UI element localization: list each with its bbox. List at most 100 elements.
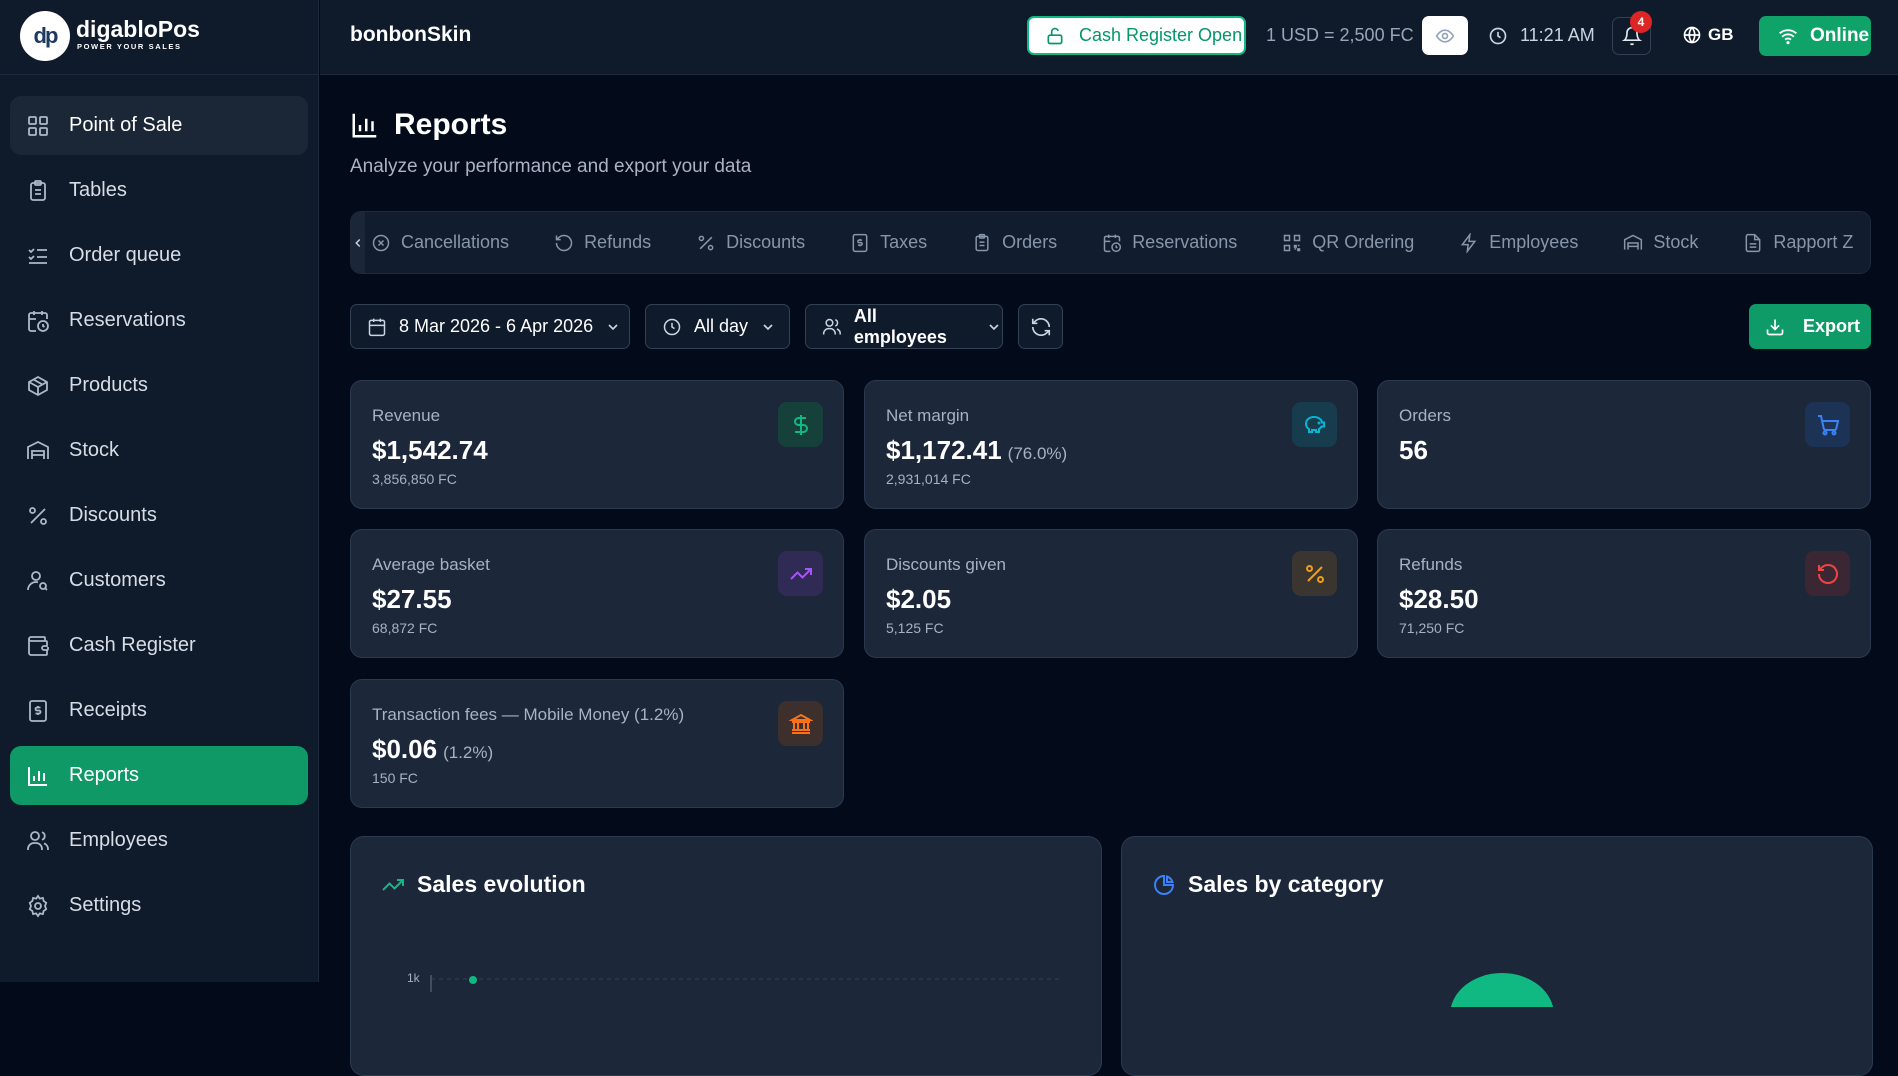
sales-by-category-panel: Sales by category	[1121, 836, 1873, 1076]
sidebar-item-products[interactable]: Products	[10, 356, 308, 415]
tab-taxes[interactable]: Taxes	[850, 232, 927, 253]
kpi-icon-wrap	[778, 551, 823, 596]
tab-employees[interactable]: Employees	[1459, 232, 1578, 253]
tab-refunds[interactable]: Refunds	[554, 232, 651, 253]
time-filter-select[interactable]: All day	[645, 304, 790, 349]
tab-cancellations[interactable]: Cancellations	[371, 232, 509, 253]
sidebar-item-label: Cash Register	[69, 634, 196, 656]
tab-reservations[interactable]: Reservations	[1102, 232, 1237, 253]
tab-orders[interactable]: Orders	[972, 232, 1057, 253]
store-name: bonbonSkin	[350, 23, 472, 46]
bar-chart-icon	[28, 766, 47, 786]
tabs-scroll-left-button[interactable]	[351, 212, 365, 273]
sidebar: dp digabloPos POWER YOUR SALES Point of …	[0, 0, 319, 982]
sidebar-item-label: Products	[69, 374, 148, 396]
sidebar-item-receipts[interactable]: Receipts	[10, 681, 308, 740]
kpi-icon-wrap	[1292, 551, 1337, 596]
tab-label: Reservations	[1132, 232, 1238, 252]
unlock-icon	[1047, 27, 1063, 44]
online-status-button[interactable]: Online	[1759, 16, 1871, 56]
language-selector[interactable]: GB	[1682, 25, 1734, 45]
sidebar-item-label: Discounts	[69, 504, 157, 526]
tab-qr-ordering[interactable]: QR Ordering	[1282, 232, 1414, 253]
kpi-card-orders: Orders 56	[1377, 380, 1871, 509]
kpi-percentage: (1.2%)	[443, 743, 494, 762]
kpi-value: $1,172.41 (76.0%)	[886, 435, 1068, 465]
clipboard-icon	[30, 179, 46, 201]
date-range-picker[interactable]: 8 Mar 2026 - 6 Apr 2026	[350, 304, 630, 349]
time-filter-value: All day	[694, 316, 749, 336]
tab-label: Rapport Z	[1773, 232, 1854, 252]
rotate-ccw-icon	[555, 234, 573, 251]
kpi-value: $2.05	[886, 584, 952, 614]
kpi-percentage: (76.0%)	[1007, 444, 1068, 463]
current-time: 11:21 AM	[1520, 25, 1595, 45]
percent-icon	[698, 235, 714, 250]
refresh-button[interactable]	[1018, 304, 1063, 349]
filters-bar: 8 Mar 2026 - 6 Apr 2026 All day All empl…	[350, 304, 1871, 349]
toggle-visibility-button[interactable]	[1422, 16, 1468, 55]
export-button[interactable]: Export	[1749, 304, 1871, 349]
tab-rapport-z[interactable]: Rapport Z	[1743, 232, 1853, 253]
kpi-value: $1,542.74	[372, 435, 488, 465]
rotate-ccw-icon	[1817, 563, 1838, 584]
tab-discounts[interactable]: Discounts	[696, 232, 805, 253]
kpi-sub-value: 71,250 FC	[1399, 620, 1465, 636]
trending-up-icon	[789, 567, 812, 580]
kpi-label: Transaction fees — Mobile Money (1.2%)	[372, 705, 685, 724]
sidebar-item-customers[interactable]: Customers	[10, 551, 308, 610]
pie-chart-icon	[1154, 874, 1175, 895]
kpi-label: Refunds	[1399, 555, 1463, 574]
clipboard-icon	[975, 233, 989, 251]
report-tabs: Cancellations Refunds Discounts Taxes Or…	[350, 211, 1871, 274]
sidebar-item-cash-register[interactable]: Cash Register	[10, 616, 308, 675]
sidebar-item-order-queue[interactable]: Order queue	[10, 226, 308, 285]
sidebar-item-label: Tables	[69, 179, 127, 201]
chevron-left-icon	[355, 238, 361, 247]
kpi-card-refunds: Refunds $28.50 71,250 FC	[1377, 529, 1871, 658]
sidebar-item-discounts[interactable]: Discounts	[10, 486, 308, 545]
kpi-value: $27.55	[372, 584, 452, 614]
wifi-icon	[1779, 29, 1797, 45]
clock: 11:21 AM	[1488, 25, 1595, 46]
kpi-icon-wrap	[778, 402, 823, 447]
wallet-icon	[28, 635, 49, 656]
tab-label: Orders	[1002, 232, 1058, 252]
kpi-sub-value: 150 FC	[372, 770, 418, 786]
users-icon	[822, 318, 841, 334]
page-subtitle: Analyze your performance and export your…	[350, 156, 752, 177]
sidebar-item-stock[interactable]: Stock	[10, 421, 308, 480]
kpi-icon-wrap	[1805, 551, 1850, 596]
sidebar-item-label: Settings	[69, 894, 142, 916]
cash-register-button[interactable]: Cash Register Open	[1027, 16, 1246, 55]
date-range-value: 8 Mar 2026 - 6 Apr 2026	[399, 316, 594, 336]
brand-name: digabloPos	[76, 16, 200, 42]
brand-logo[interactable]: dp digabloPos POWER YOUR SALES	[0, 0, 319, 75]
sidebar-item-tables[interactable]: Tables	[10, 161, 308, 220]
warehouse-icon	[1624, 234, 1643, 250]
calendar-icon	[368, 318, 386, 336]
pie-slice	[1450, 973, 1554, 1007]
tab-stock[interactable]: Stock	[1623, 232, 1698, 253]
kpi-value: $28.50	[1399, 584, 1479, 614]
kpi-sub-value: 68,872 FC	[372, 620, 438, 636]
sidebar-item-label: Reservations	[69, 309, 186, 331]
sidebar-item-reports[interactable]: Reports	[10, 746, 308, 805]
cart-icon	[1817, 414, 1839, 435]
sidebar-item-reservations[interactable]: Reservations	[10, 291, 308, 350]
kpi-label: Average basket	[372, 555, 490, 574]
sidebar-item-label: Employees	[69, 829, 168, 851]
receipt-icon	[29, 699, 47, 722]
bar-chart-icon	[352, 113, 377, 138]
chevron-down-icon	[989, 323, 999, 330]
brand-tagline: POWER YOUR SALES	[77, 42, 182, 51]
sidebar-item-point-of-sale[interactable]: Point of Sale	[10, 96, 308, 155]
tab-label: Discounts	[726, 232, 806, 252]
tab-label: Stock	[1653, 232, 1699, 252]
employee-filter-select[interactable]: All employees	[805, 304, 1003, 349]
chart-gridlines	[430, 975, 1061, 992]
sidebar-item-employees[interactable]: Employees	[10, 811, 308, 870]
qr-code-icon	[1283, 234, 1301, 251]
sidebar-item-settings[interactable]: Settings	[10, 876, 308, 935]
download-icon	[1766, 319, 1784, 335]
